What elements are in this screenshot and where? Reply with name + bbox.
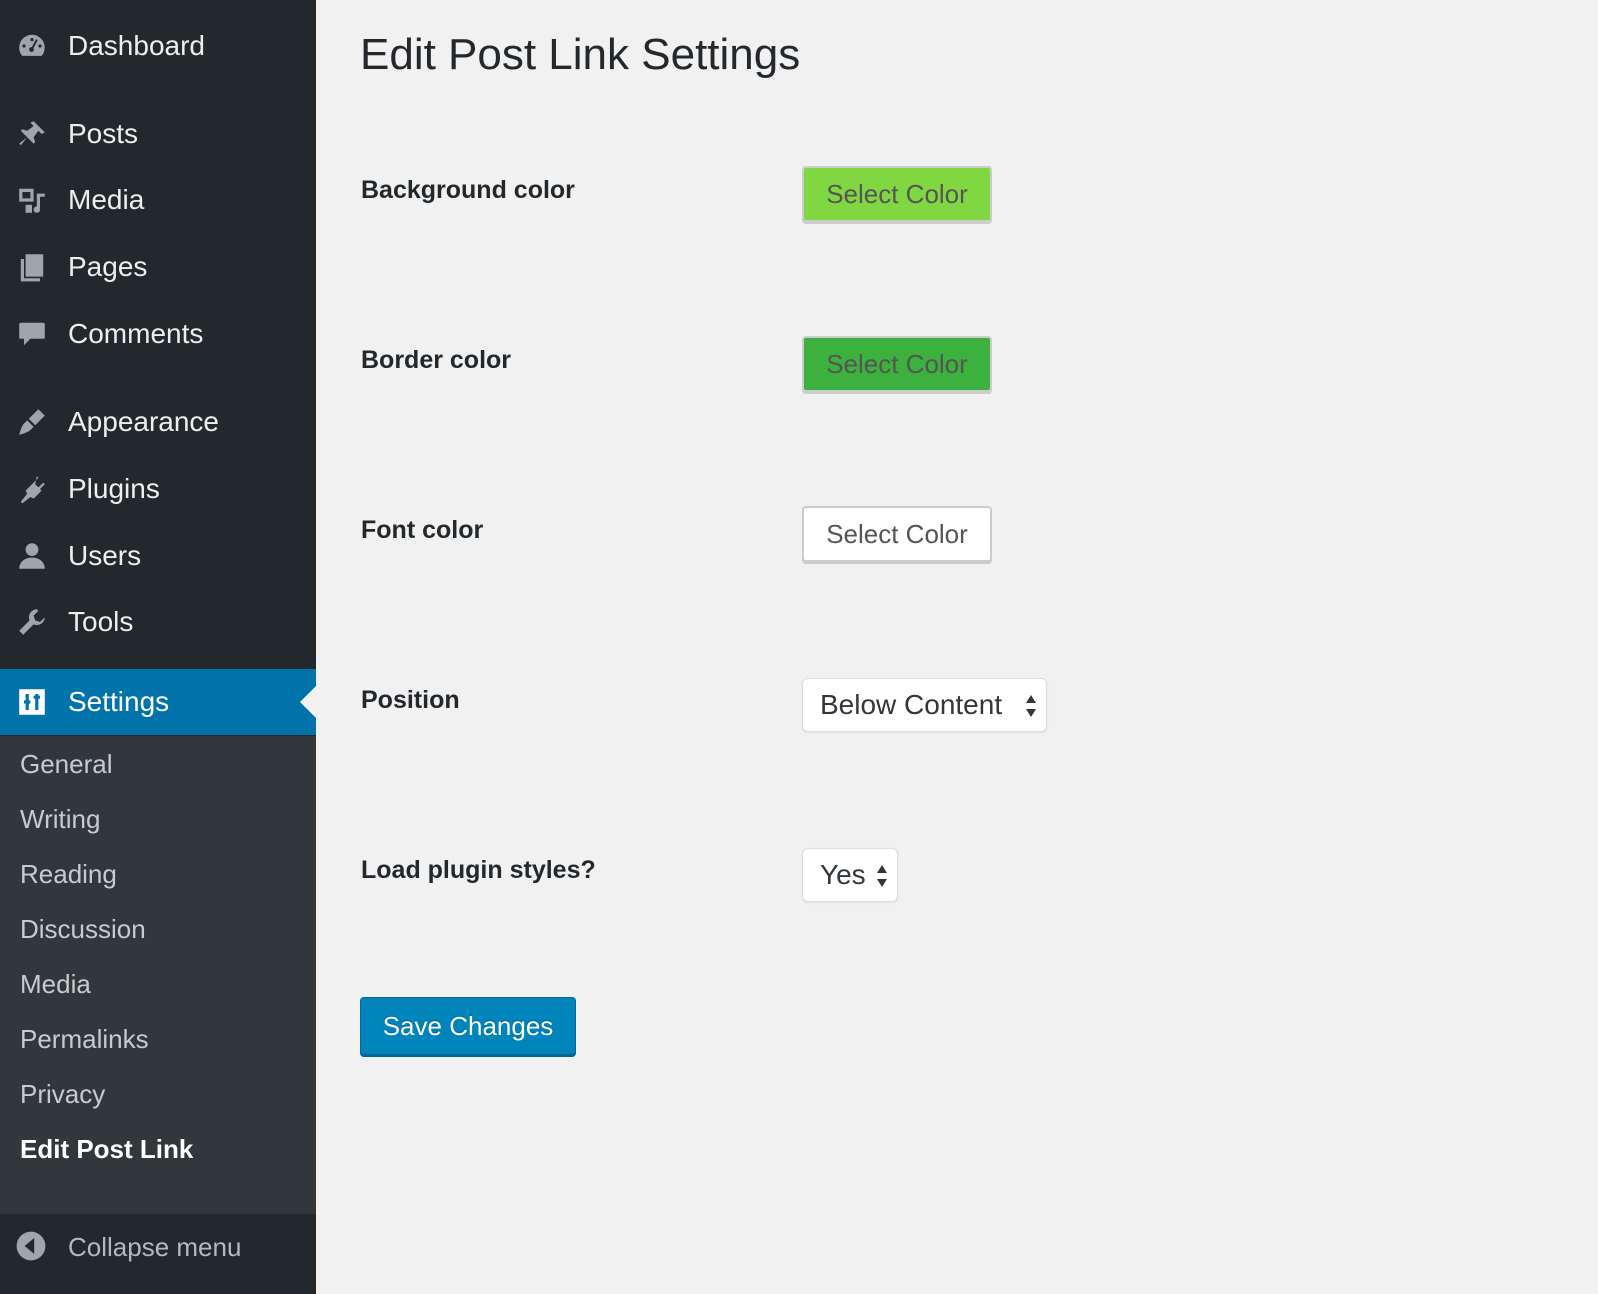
menu-item-media[interactable]: Media	[0, 167, 316, 233]
menu-label-pages: Pages	[68, 251, 148, 282]
menu-label-posts: Posts	[68, 118, 139, 149]
dashboard-icon	[15, 29, 49, 63]
position-selected-value: Below Content	[820, 689, 1003, 720]
submenu-item-reading[interactable]: Reading	[20, 859, 117, 890]
submenu-item-media[interactable]: Media	[20, 969, 91, 1000]
border-color-button[interactable]: Select Color	[802, 336, 992, 392]
font-color-button[interactable]: Select Color	[802, 506, 992, 562]
active-indicator	[300, 686, 316, 718]
submenu-item-writing[interactable]: Writing	[20, 804, 100, 835]
collapse-menu-label: Collapse menu	[68, 1231, 242, 1262]
load-styles-select[interactable]: Yes	[802, 848, 898, 902]
user-icon	[15, 539, 49, 573]
menu-label-comments: Comments	[68, 318, 204, 349]
submenu-item-general[interactable]: General	[20, 749, 113, 780]
plugin-icon	[15, 472, 49, 506]
settings-submenu: General Writing Reading Discussion Media…	[0, 736, 316, 1214]
menu-item-plugins[interactable]: Plugins	[0, 456, 316, 522]
load-styles-label: Load plugin styles?	[361, 856, 596, 884]
font-color-label: Font color	[361, 516, 484, 544]
collapse-arrow-icon	[15, 1230, 49, 1264]
position-label: Position	[361, 686, 460, 714]
menu-label-settings: Settings	[68, 686, 170, 717]
menu-label-users: Users	[68, 540, 142, 571]
menu-label-tools: Tools	[68, 606, 134, 637]
border-color-label: Border color	[361, 346, 512, 374]
submenu-item-discussion[interactable]: Discussion	[20, 914, 146, 945]
paintbrush-icon	[15, 405, 49, 439]
media-icon	[15, 183, 49, 217]
menu-label-media: Media	[68, 184, 145, 215]
pushpin-icon	[15, 117, 49, 151]
wrench-icon	[15, 605, 49, 639]
menu-item-tools[interactable]: Tools	[0, 589, 316, 655]
comment-icon	[15, 317, 49, 351]
load-styles-selected-value: Yes	[820, 859, 866, 890]
background-color-label: Background color	[361, 176, 575, 204]
menu-label-dashboard: Dashboard	[68, 30, 205, 61]
menu-item-appearance[interactable]: Appearance	[0, 389, 316, 455]
page-title: Edit Post Link Settings	[360, 30, 801, 79]
save-changes-button[interactable]: Save Changes	[360, 997, 576, 1055]
admin-sidebar: Dashboard Posts Media Pages Comments App…	[0, 0, 316, 1294]
collapse-menu-button[interactable]: Collapse menu	[0, 1214, 316, 1280]
position-select[interactable]: Below Content	[802, 678, 1047, 732]
select-arrows-icon	[1026, 695, 1036, 717]
menu-label-plugins: Plugins	[68, 473, 160, 504]
menu-item-comments[interactable]: Comments	[0, 301, 316, 367]
submenu-item-edit-post-link[interactable]: Edit Post Link	[20, 1134, 193, 1165]
menu-item-pages[interactable]: Pages	[0, 234, 316, 300]
menu-item-dashboard[interactable]: Dashboard	[0, 13, 316, 79]
select-arrows-icon	[877, 865, 887, 887]
menu-item-posts[interactable]: Posts	[0, 101, 316, 167]
settings-icon	[15, 685, 49, 719]
menu-item-users[interactable]: Users	[0, 523, 316, 589]
submenu-item-permalinks[interactable]: Permalinks	[20, 1024, 149, 1055]
pages-icon	[15, 250, 49, 284]
menu-item-settings[interactable]: Settings	[0, 669, 316, 735]
submenu-item-privacy[interactable]: Privacy	[20, 1079, 105, 1110]
menu-label-appearance: Appearance	[68, 406, 220, 437]
background-color-button[interactable]: Select Color	[802, 166, 992, 222]
